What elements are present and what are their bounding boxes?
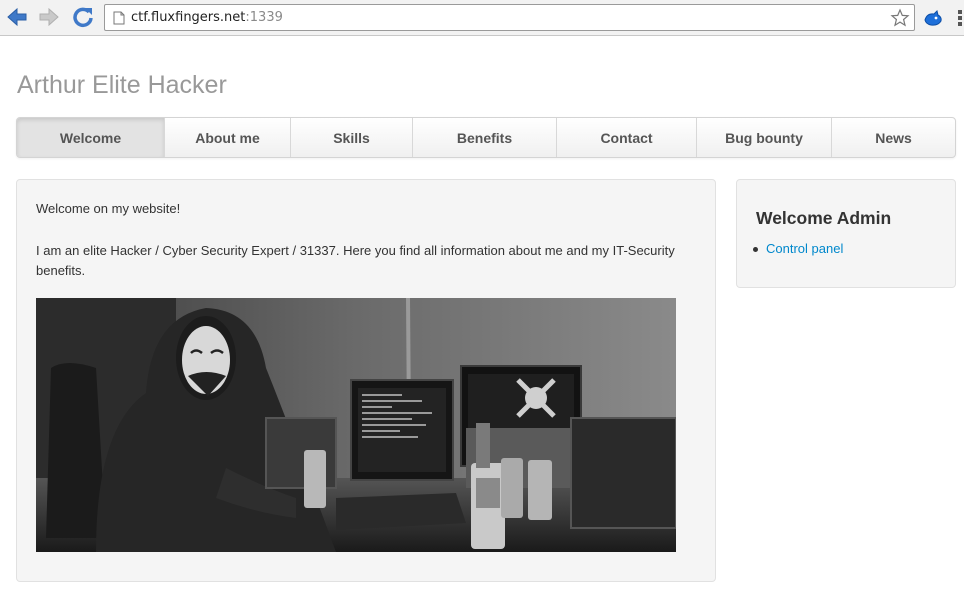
list-item: Control panel (753, 240, 843, 258)
sidebar-title: Welcome Admin (756, 208, 892, 228)
url-host: ctf.fluxfingers.net (131, 10, 246, 25)
nav-item-contact[interactable]: Contact (557, 118, 697, 157)
nav-item-benefits[interactable]: Benefits (413, 118, 557, 157)
sidebar-link-list: Control panel (753, 240, 843, 258)
menu-icon[interactable] (957, 9, 963, 27)
reload-icon (73, 7, 93, 28)
nav-item-welcome[interactable]: Welcome (17, 118, 165, 157)
browser-toolbar: ctf.fluxfingers.net:1339 (0, 0, 964, 36)
back-arrow-icon (7, 7, 27, 27)
reload-button[interactable] (71, 5, 95, 29)
site-title: Arthur Elite Hacker (17, 71, 227, 99)
extension-icon[interactable] (922, 7, 944, 29)
welcome-paragraph: Welcome on my website! (36, 201, 181, 216)
url-port: :1339 (245, 10, 283, 25)
hacker-photo (36, 298, 676, 552)
forward-arrow-icon (39, 7, 59, 27)
nav-item-skills[interactable]: Skills (291, 118, 413, 157)
nav-item-news[interactable]: News (832, 118, 955, 157)
intro-paragraph: I am an elite Hacker / Cyber Security Ex… (36, 243, 675, 278)
nav-item-about-me[interactable]: About me (165, 118, 291, 157)
main-content: Welcome on my website! I am an elite Hac… (16, 179, 716, 582)
star-icon[interactable] (890, 8, 910, 28)
control-panel-link[interactable]: Control panel (766, 241, 843, 256)
bullet-icon (753, 247, 758, 252)
forward-button[interactable] (37, 5, 61, 29)
address-bar[interactable]: ctf.fluxfingers.net:1339 (104, 4, 915, 31)
url-text: ctf.fluxfingers.net:1339 (131, 10, 283, 25)
nav-item-bug-bounty[interactable]: Bug bounty (697, 118, 832, 157)
hacker-photo-illustration (36, 298, 676, 552)
main-navbar: Welcome About me Skills Benefits Contact… (16, 117, 956, 158)
page-icon (113, 11, 125, 25)
back-button[interactable] (5, 5, 29, 29)
sidebar: Welcome Admin Control panel (736, 179, 956, 288)
